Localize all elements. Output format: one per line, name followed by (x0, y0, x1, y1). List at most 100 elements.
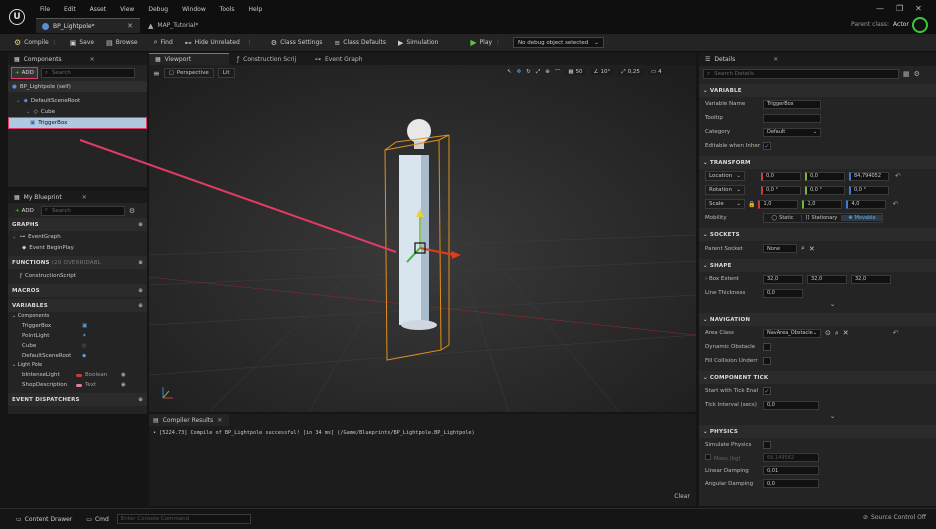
box-extent-x[interactable]: 32,0 (763, 274, 803, 284)
perspective-dropdown[interactable]: ▢ Perspective (163, 68, 214, 78)
box-extent-y[interactable]: 32,0 (807, 274, 847, 284)
eye-icon[interactable]: ◉ (121, 372, 126, 378)
section-variable[interactable]: ⌄ VARIABLE (699, 84, 936, 97)
menu-debug[interactable]: Debug (148, 6, 168, 13)
more-options-icon[interactable]: ⋮ (247, 39, 253, 46)
maximize-icon[interactable]: ❐ (896, 4, 903, 13)
find-button[interactable]: ⌕ Find (154, 36, 173, 50)
viewport[interactable]: ≡ ▢ Perspective Lit ↖ ✥ ↻ ⤢ ⊕ ⌒ ▦ 50 ∠ 10° … (149, 65, 696, 412)
advanced-expand-icon[interactable]: ⌄ (699, 412, 936, 422)
surface-snap-icon[interactable]: ⌒ (555, 68, 561, 76)
transform-x-input[interactable]: 0,0 (761, 171, 801, 181)
section-shape[interactable]: ⌄ SHAPE (699, 259, 936, 272)
tick-interval-input[interactable]: 0,0 (763, 400, 819, 410)
search-icon[interactable]: ⌕ (835, 329, 839, 338)
clear-button[interactable]: Clear (674, 493, 690, 500)
event-graph-item[interactable]: ⌄ ⊶ EventGraph (8, 231, 147, 242)
compile-options-icon[interactable]: ⋮ (52, 39, 58, 46)
section-physics[interactable]: ⌄ PHYSICS (699, 425, 936, 438)
variable-item-shopdescription[interactable]: ShopDescription Text ◉ (8, 380, 147, 390)
transform-y-input[interactable]: 1,0 (802, 199, 843, 209)
source-control-button[interactable]: ⊘ Source Control Off (863, 514, 926, 521)
grid-snap-button[interactable]: ▦ 50 (565, 69, 586, 75)
section-macros[interactable]: MACROS ⊕ (8, 284, 147, 297)
browse-button[interactable]: ▤ Browse (106, 36, 137, 50)
tree-item-triggerbox[interactable]: ▣ TriggerBox (8, 117, 147, 129)
self-component-row[interactable]: ● BP_Lightpole (self) (8, 81, 147, 92)
angular-damping-input[interactable]: 0,0 (763, 479, 819, 488)
hide-unrelated-button[interactable]: ⊷ Hide Unrelated ⋮ (185, 36, 253, 50)
tab-construction-script[interactable]: ƒ Construction Scrij (231, 53, 307, 65)
component-variable-item[interactable]: TriggerBox ▣ (8, 321, 147, 331)
line-thickness-input[interactable]: 0,0 (763, 288, 803, 298)
play-button[interactable]: ▶ Play ⋮ (470, 36, 501, 50)
transform-z-input[interactable]: 4,0 (846, 199, 887, 209)
components-tab[interactable]: ▦ Components ✕ (8, 53, 147, 65)
simulation-button[interactable]: ▶ Simulation (398, 36, 438, 50)
rotate-tool-icon[interactable]: ↻ (526, 69, 531, 75)
tree-item-defaultsceneroot[interactable]: ⌄ ◆ DefaultSceneRoot (8, 95, 147, 106)
start-with-tick-checkbox[interactable]: ✓ (763, 387, 771, 395)
linear-damping-input[interactable]: 0,01 (763, 466, 819, 475)
event-beginplay-item[interactable]: ◆ Event BeginPlay (8, 242, 147, 253)
expand-arrow-icon[interactable]: › (705, 276, 707, 282)
camera-speed-button[interactable]: ▭ 4 (647, 69, 665, 75)
component-variable-item[interactable]: Cube ◇ (8, 341, 147, 351)
lock-icon[interactable]: 🔒 (748, 201, 755, 208)
rotation-snap-button[interactable]: ∠ 10° (590, 69, 614, 75)
lit-dropdown[interactable]: Lit (217, 68, 235, 78)
reset-icon[interactable]: ↶ (892, 200, 898, 208)
close-icon[interactable]: ✕ (217, 417, 222, 424)
variable-name-input[interactable]: TriggerBox (763, 99, 821, 109)
mass-override-checkbox[interactable] (705, 453, 711, 460)
transform-y-input[interactable]: 0,0 (805, 171, 845, 181)
debug-object-dropdown[interactable]: No debug object selected ⌄ (513, 37, 604, 48)
add-circle-icon[interactable]: ⊕ (138, 222, 143, 228)
eye-icon[interactable]: ◉ (121, 382, 126, 388)
transform-x-input[interactable]: 1,0 (758, 199, 799, 209)
mobility-movable-option[interactable]: ✥ Movable (842, 215, 882, 221)
menu-window[interactable]: Window (182, 6, 206, 13)
parent-socket-input[interactable]: None (763, 244, 797, 253)
search-icon[interactable]: ⌕ (801, 244, 805, 253)
mobility-stationary-option[interactable]: ⌈⌉ Stationary (802, 215, 842, 221)
section-sockets[interactable]: ⌄ SOCKETS (699, 228, 936, 241)
hamburger-menu-icon[interactable]: ≡ (153, 69, 160, 78)
add-button[interactable]: + ADD (12, 206, 37, 216)
use-selected-icon[interactable]: ⊙ (825, 329, 831, 337)
transform-mode-dropdown[interactable]: Location ⌄ (705, 171, 745, 181)
menu-asset[interactable]: Asset (90, 6, 106, 13)
transform-mode-dropdown[interactable]: Scale ⌄ (705, 199, 745, 209)
reset-icon[interactable]: ↶ (895, 172, 901, 180)
section-variables[interactable]: VARIABLES ⊕ (8, 299, 147, 312)
category-dropdown[interactable]: Default ⌄ (763, 127, 821, 137)
source-control-status-icon[interactable] (912, 17, 928, 33)
add-circle-icon[interactable]: ⊕ (138, 288, 143, 294)
transform-y-input[interactable]: 0,0 ° (805, 185, 845, 195)
menu-tools[interactable]: Tools (220, 6, 235, 13)
section-navigation[interactable]: ⌄ NAVIGATION (699, 313, 936, 326)
tab-map-tutorial[interactable]: ▲ MAP_Tutorial* (142, 18, 242, 33)
section-graphs[interactable]: GRAPHS ⊕ (8, 218, 147, 231)
unreal-logo-icon[interactable]: U (9, 9, 25, 25)
advanced-expand-icon[interactable]: ⌄ (699, 300, 936, 310)
save-button[interactable]: ▣ Save (70, 36, 94, 50)
add-component-button[interactable]: + ADD (11, 67, 38, 79)
add-circle-icon[interactable]: ⊕ (138, 303, 143, 309)
add-circle-icon[interactable]: ⊕ (138, 397, 143, 403)
tab-event-graph[interactable]: ⊶ Event Graph (309, 53, 379, 65)
menu-edit[interactable]: Edit (64, 6, 76, 13)
my-blueprint-search-input[interactable]: ⌕ Search (40, 205, 125, 216)
select-tool-icon[interactable]: ↖ (507, 69, 512, 75)
minimize-icon[interactable]: — (876, 4, 884, 13)
dynamic-obstacle-checkbox[interactable] (763, 343, 771, 351)
menu-help[interactable]: Help (249, 6, 263, 13)
close-icon[interactable]: ✕ (82, 194, 87, 201)
box-extent-z[interactable]: 32,0 (851, 274, 891, 284)
transform-z-input[interactable]: 0,0 ° (849, 185, 889, 195)
mobility-static-option[interactable]: ◯ Static (764, 215, 802, 221)
table-view-icon[interactable]: ▦ (903, 70, 910, 78)
world-local-icon[interactable]: ⊕ (545, 69, 550, 75)
compile-button[interactable]: ⚙ Compile ⋮ (14, 36, 58, 50)
component-variable-item[interactable]: PointLight ✦ (8, 331, 147, 341)
